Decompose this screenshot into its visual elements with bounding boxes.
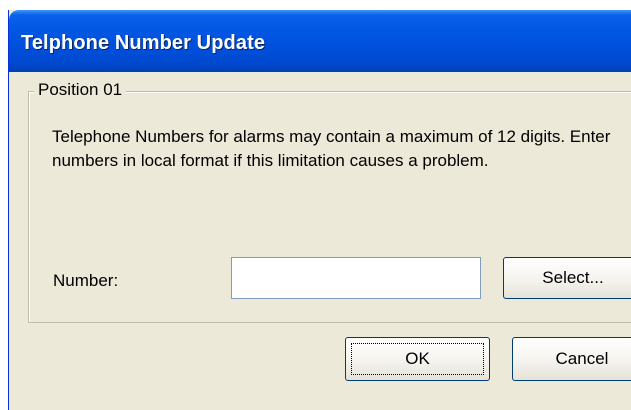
cancel-button[interactable]: Cancel: [512, 337, 631, 381]
number-label: Number:: [53, 271, 119, 290]
select-button-label: Select...: [542, 268, 604, 287]
ok-button-label: OK: [405, 349, 430, 368]
info-message: Telephone Numbers for alarms may contain…: [52, 127, 611, 170]
dialog-title: Telphone Number Update: [21, 32, 266, 54]
number-input[interactable]: [231, 257, 481, 299]
title-bar[interactable]: Telphone Number Update: [9, 10, 631, 72]
ok-button[interactable]: OK: [345, 337, 490, 381]
groupbox-legend: Position 01: [34, 80, 127, 100]
select-button[interactable]: Select...: [503, 257, 631, 299]
cancel-button-label: Cancel: [555, 349, 609, 368]
